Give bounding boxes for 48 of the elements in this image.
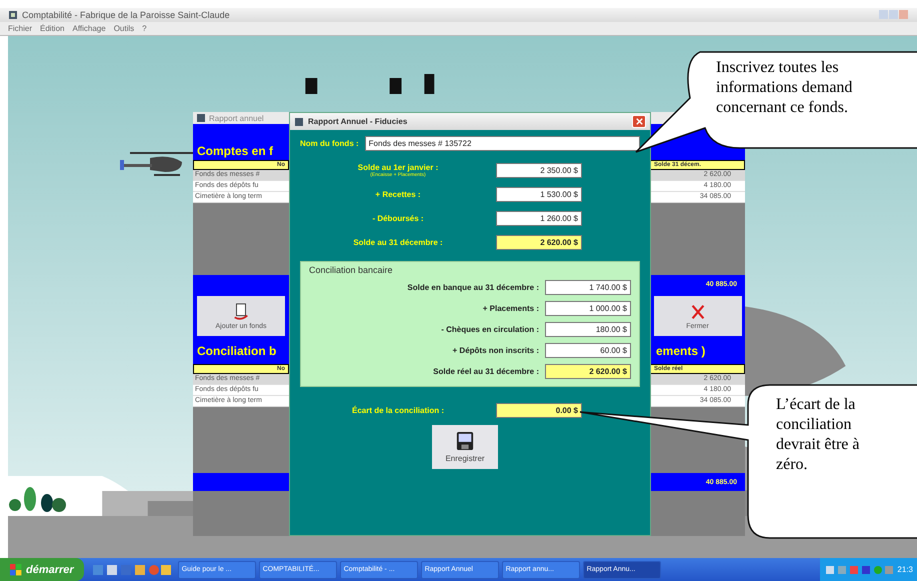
amount-field[interactable]: 2 350.00 $ xyxy=(496,162,582,178)
field-label: Solde au 31 décembre : xyxy=(353,238,443,246)
difference-field[interactable]: 0.00 $ xyxy=(496,402,582,418)
start-button[interactable]: démarrer xyxy=(0,558,84,581)
amount-field[interactable]: 1 530.00 $ xyxy=(496,186,582,202)
windows-logo-icon xyxy=(10,564,22,576)
dialog-title: Rapport Annuel - Fiducies xyxy=(308,117,408,126)
app-icon xyxy=(196,113,206,123)
field-label: + Placements : xyxy=(482,304,539,313)
close-button[interactable] xyxy=(632,115,646,128)
menu-item[interactable]: Fichier xyxy=(8,24,32,33)
amount-field[interactable]: 1 740.00 $ xyxy=(545,280,631,295)
section-title: Conciliation b xyxy=(196,344,278,360)
menu-item[interactable]: Édition xyxy=(40,24,64,33)
field-label: + Dépôts non inscrits : xyxy=(452,346,539,355)
field-label: Solde en banque au 31 décembre : xyxy=(407,283,539,292)
field-label: Solde réel au 31 décembre : xyxy=(433,367,539,376)
field-label: + Recettes : xyxy=(375,190,421,198)
tray-icon[interactable] xyxy=(824,564,894,576)
total-field[interactable]: 2 620.00 $ xyxy=(545,364,631,379)
menu-item[interactable]: ? xyxy=(142,24,147,33)
amount-field[interactable]: 1 260.00 $ xyxy=(496,210,582,226)
window-title: Rapport annuel xyxy=(209,114,264,122)
callout-text: Inscrivez toutes les informations demand concernant ce fonds. xyxy=(716,58,852,118)
menu-item[interactable]: Outils xyxy=(114,24,134,33)
amount-field[interactable]: 60.00 $ xyxy=(545,343,631,358)
clock: 21:3 xyxy=(897,565,913,574)
field-label: - Chèques en circulation : xyxy=(441,325,539,334)
app-icon xyxy=(294,116,304,126)
amount-field[interactable]: 1 000.00 $ xyxy=(545,301,631,316)
field-label: Écart de la conciliation : xyxy=(352,406,444,414)
app-icon xyxy=(8,10,18,20)
document-icon xyxy=(232,302,250,320)
section-title: Comptes en f xyxy=(196,144,274,160)
menu-item[interactable]: Affichage xyxy=(72,24,106,33)
field-label: - Déboursés : xyxy=(372,214,424,222)
field-label: Nom du fonds : xyxy=(300,139,359,148)
callout-text: L’écart de la conciliation devrait être à zéro. xyxy=(776,395,860,475)
quick-launch-icon[interactable] xyxy=(90,564,171,576)
field-label: Solde au 1er janvier : xyxy=(358,162,438,172)
section-title: ements ) xyxy=(655,344,706,360)
save-button[interactable]: Enregistrer xyxy=(432,425,498,469)
close-icon xyxy=(634,117,644,126)
total-field[interactable]: 2 620.00 $ xyxy=(496,234,582,250)
amount-field[interactable]: 180.00 $ xyxy=(545,322,631,337)
window-title: Comptabilité - Fabrique de la Paroisse Saint-Claude xyxy=(22,10,230,20)
fund-name-field[interactable]: Fonds des messes # 135722 xyxy=(364,136,640,151)
group-title: Conciliation bancaire xyxy=(309,265,394,275)
